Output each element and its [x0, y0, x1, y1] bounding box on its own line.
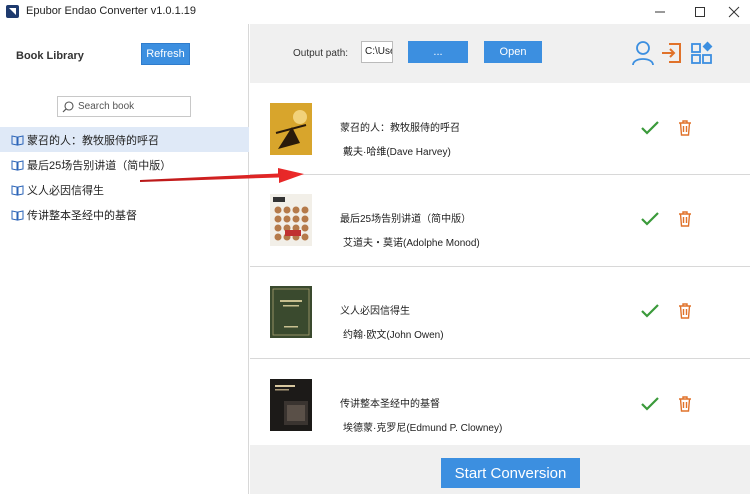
library-item-label: 传讲整本圣经中的基督 — [27, 209, 137, 222]
library-item[interactable]: 蒙召的人：教牧服侍的呼召 — [0, 127, 249, 152]
book-cover — [270, 379, 312, 431]
output-path-label: Output path: — [293, 48, 349, 59]
book-row[interactable]: 义人必因信得生 约翰·欧文(John Owen) — [250, 267, 750, 358]
start-conversion-button[interactable]: Start Conversion — [441, 458, 580, 488]
app-logo-icon — [6, 5, 19, 18]
login-icon[interactable] — [660, 40, 684, 66]
open-book-icon — [11, 184, 24, 196]
conversion-panel: Output path: C:\Use ... Open 蒙召的人：教牧服侍的呼… — [250, 24, 750, 494]
search-icon — [62, 100, 74, 112]
open-book-icon — [11, 134, 24, 146]
book-library-panel: Book Library Refresh 蒙召的人：教牧服侍的呼召 最后25场告… — [0, 24, 249, 494]
book-cover — [270, 286, 312, 338]
user-icon[interactable] — [631, 40, 655, 66]
open-book-icon — [11, 209, 24, 221]
book-row[interactable]: 蒙召的人：教牧服侍的呼召 戴夫·哈维(Dave Harvey) — [250, 83, 750, 174]
output-path-field[interactable]: C:\Use — [361, 41, 393, 63]
browse-button[interactable]: ... — [408, 41, 468, 63]
close-button[interactable] — [714, 0, 750, 24]
book-title: 义人必因信得生 — [340, 306, 410, 317]
book-library-label: Book Library — [16, 50, 84, 62]
book-title: 蒙召的人：教牧服侍的呼召 — [340, 123, 460, 134]
open-folder-button[interactable]: Open — [484, 41, 542, 63]
minimize-icon — [655, 11, 665, 13]
trash-icon[interactable] — [678, 211, 692, 227]
book-row[interactable]: 最后25场告别讲道（简中版） 艾道夫・莫诺(Adolphe Monod) — [250, 175, 750, 266]
search-box[interactable] — [57, 96, 191, 117]
book-author: 艾道夫・莫诺(Adolphe Monod) — [343, 238, 480, 249]
minimize-button[interactable] — [640, 0, 680, 24]
trash-icon[interactable] — [678, 396, 692, 412]
refresh-button[interactable]: Refresh — [141, 43, 190, 65]
check-icon — [641, 397, 659, 411]
book-title: 最后25场告别讲道（简中版） — [340, 214, 472, 225]
search-input[interactable] — [78, 101, 183, 112]
close-icon — [728, 6, 740, 18]
book-author: 约翰·欧文(John Owen) — [343, 330, 444, 341]
book-cover — [270, 194, 312, 246]
apps-icon[interactable] — [690, 40, 714, 66]
annotation-arrow — [140, 168, 304, 183]
library-item-label: 义人必因信得生 — [27, 184, 104, 197]
book-cover — [270, 103, 312, 155]
title-bar: Epubor Endao Converter v1.0.1.19 — [0, 0, 750, 24]
check-icon — [641, 121, 659, 135]
check-icon — [641, 212, 659, 226]
book-author: 埃德蒙·克罗尼(Edmund P. Clowney) — [343, 423, 503, 434]
maximize-icon — [695, 7, 705, 17]
library-item[interactable]: 传讲整本圣经中的基督 — [0, 202, 249, 227]
trash-icon[interactable] — [678, 120, 692, 136]
book-title: 传讲整本圣经中的基督 — [340, 399, 440, 410]
library-item-label: 蒙召的人：教牧服侍的呼召 — [27, 134, 159, 147]
book-list: 蒙召的人：教牧服侍的呼召 戴夫·哈维(Dave Harvey) 最后25场告别讲… — [250, 83, 750, 445]
window-title: Epubor Endao Converter v1.0.1.19 — [26, 5, 197, 17]
check-icon — [641, 304, 659, 318]
book-row[interactable]: 传讲整本圣经中的基督 埃德蒙·克罗尼(Edmund P. Clowney) — [250, 359, 750, 445]
trash-icon[interactable] — [678, 303, 692, 319]
open-book-icon — [11, 159, 24, 171]
book-author: 戴夫·哈维(Dave Harvey) — [343, 147, 451, 158]
